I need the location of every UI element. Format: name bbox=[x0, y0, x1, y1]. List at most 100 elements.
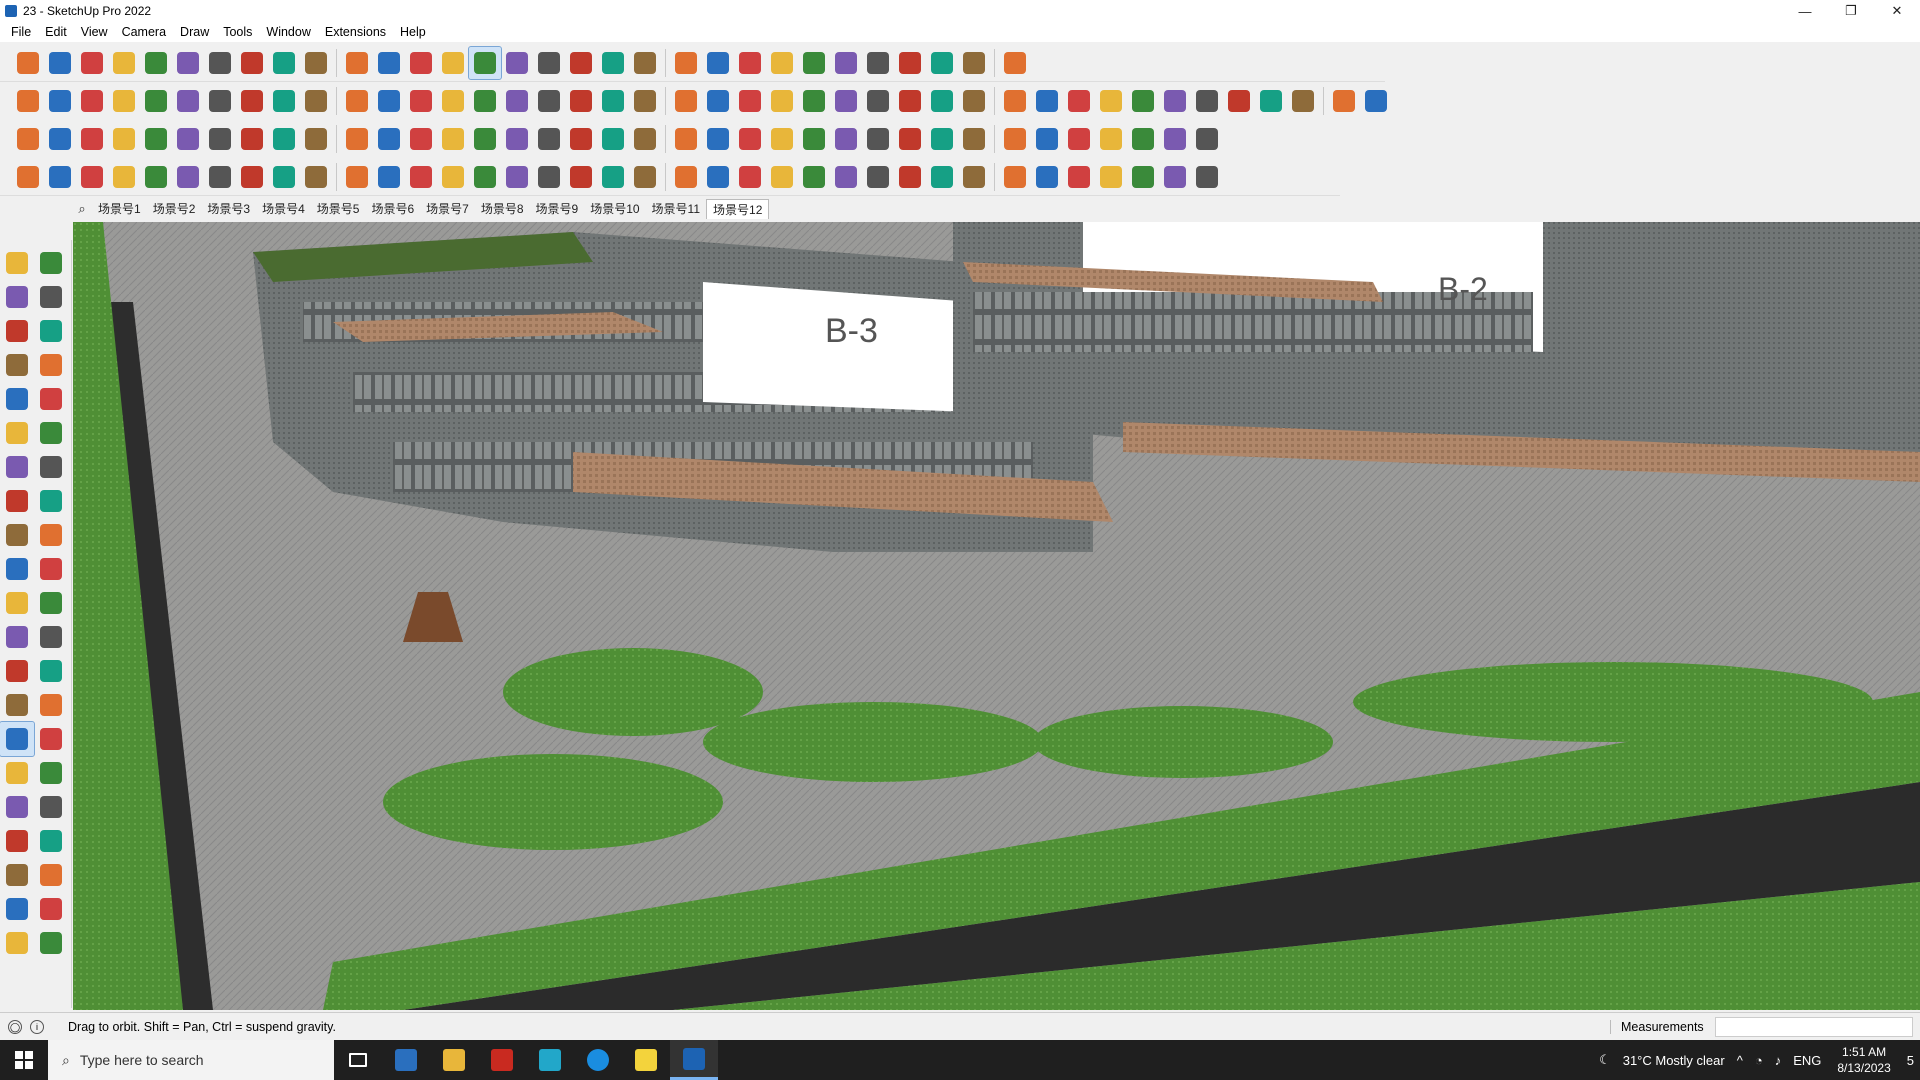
zoom-window-button[interactable] bbox=[565, 47, 597, 79]
poly-15-button[interactable] bbox=[469, 161, 501, 193]
left-walk-button[interactable] bbox=[0, 858, 34, 892]
menu-tools[interactable]: Tools bbox=[216, 25, 259, 39]
poly-30-button[interactable] bbox=[958, 161, 990, 193]
tool-d-button[interactable] bbox=[1223, 85, 1255, 117]
loop-a-button[interactable] bbox=[597, 123, 629, 155]
restore-button[interactable]: ❐ bbox=[1828, 0, 1874, 22]
orbit-button[interactable] bbox=[468, 45, 502, 80]
left-pan-button[interactable] bbox=[34, 722, 68, 756]
menu-file[interactable]: File bbox=[4, 25, 38, 39]
tool-e-button[interactable] bbox=[1255, 85, 1287, 117]
measurements-box[interactable] bbox=[1715, 1016, 1913, 1037]
twist-button[interactable] bbox=[268, 85, 300, 117]
minimize-button[interactable]: — bbox=[1782, 0, 1828, 22]
move-button[interactable] bbox=[268, 47, 300, 79]
shear-button[interactable] bbox=[204, 85, 236, 117]
redo-button[interactable] bbox=[958, 47, 990, 79]
poly-35-button[interactable] bbox=[1127, 161, 1159, 193]
flower-a-button[interactable] bbox=[702, 123, 734, 155]
left-2pt-arc-button[interactable] bbox=[34, 450, 68, 484]
poly-34-button[interactable] bbox=[1095, 161, 1127, 193]
task-view-button[interactable] bbox=[334, 1040, 382, 1080]
left-polygon-button[interactable] bbox=[34, 416, 68, 450]
left-rectangle-button[interactable] bbox=[0, 382, 34, 416]
poly-36-button[interactable] bbox=[1159, 161, 1191, 193]
left-protractor-button[interactable] bbox=[0, 654, 34, 688]
box-a-button[interactable] bbox=[204, 123, 236, 155]
grid-e-button[interactable] bbox=[958, 123, 990, 155]
menu-help[interactable]: Help bbox=[393, 25, 433, 39]
poly-8-button[interactable] bbox=[236, 161, 268, 193]
house-3-button[interactable] bbox=[597, 85, 629, 117]
layers-1-button[interactable] bbox=[629, 47, 661, 79]
camera-tool-button[interactable] bbox=[798, 47, 830, 79]
poly-13-button[interactable] bbox=[405, 161, 437, 193]
poly-9-button[interactable] bbox=[268, 161, 300, 193]
follow-me-button[interactable] bbox=[236, 47, 268, 79]
left-sandbox-2-button[interactable] bbox=[34, 892, 68, 926]
taskbar-sticky-notes[interactable] bbox=[622, 1040, 670, 1080]
left-components-button[interactable] bbox=[0, 314, 34, 348]
paint-bucket-button[interactable] bbox=[437, 47, 469, 79]
tag-button[interactable] bbox=[702, 85, 734, 117]
left-follow-me-button[interactable] bbox=[34, 552, 68, 586]
left-orbit-button[interactable] bbox=[34, 246, 68, 280]
dots-a-button[interactable] bbox=[1191, 123, 1223, 155]
poly-25-button[interactable] bbox=[798, 161, 830, 193]
menu-extensions[interactable]: Extensions bbox=[318, 25, 393, 39]
poly-22-button[interactable] bbox=[702, 161, 734, 193]
taskbar-acrobat[interactable] bbox=[478, 1040, 526, 1080]
plane-3-button[interactable] bbox=[76, 123, 108, 155]
scale-button[interactable] bbox=[341, 47, 373, 79]
poly-20-button[interactable] bbox=[629, 161, 661, 193]
warp-button[interactable] bbox=[300, 85, 332, 117]
shape-6-button[interactable] bbox=[926, 85, 958, 117]
poly-14-button[interactable] bbox=[437, 161, 469, 193]
left-zoom-extents-button[interactable] bbox=[0, 790, 34, 824]
eraser-button[interactable] bbox=[76, 47, 108, 79]
shape-7-button[interactable] bbox=[958, 85, 990, 117]
left-arc-button[interactable] bbox=[0, 450, 34, 484]
plane-5-button[interactable] bbox=[140, 123, 172, 155]
scene-tab-2[interactable]: 场景号2 bbox=[147, 199, 202, 219]
walk-button[interactable] bbox=[766, 47, 798, 79]
left-circle-button[interactable] bbox=[0, 416, 34, 450]
ladder-1-button[interactable] bbox=[469, 85, 501, 117]
menu-window[interactable]: Window bbox=[259, 25, 317, 39]
shape-8-button[interactable] bbox=[999, 85, 1031, 117]
rectangle-button[interactable] bbox=[172, 47, 204, 79]
scene-tab-7[interactable]: 场景号7 bbox=[420, 199, 475, 219]
poly-11-button[interactable] bbox=[341, 161, 373, 193]
house-1-button[interactable] bbox=[533, 85, 565, 117]
poly-26-button[interactable] bbox=[830, 161, 862, 193]
left-look-around-button[interactable] bbox=[34, 824, 68, 858]
left-eraser-button[interactable] bbox=[34, 280, 68, 314]
left-position-camera-button[interactable] bbox=[0, 824, 34, 858]
flip-button[interactable] bbox=[894, 47, 926, 79]
poly-18-button[interactable] bbox=[565, 161, 597, 193]
left-section-plane-button[interactable] bbox=[34, 858, 68, 892]
scene-tab-4[interactable]: 场景号4 bbox=[256, 199, 311, 219]
poly-37-button[interactable] bbox=[1191, 161, 1223, 193]
poly-10-button[interactable] bbox=[300, 161, 332, 193]
shape-2-button[interactable] bbox=[798, 85, 830, 117]
house-2-button[interactable] bbox=[565, 85, 597, 117]
poly-23-button[interactable] bbox=[734, 161, 766, 193]
poly-29-button[interactable] bbox=[926, 161, 958, 193]
section-c-button[interactable] bbox=[437, 85, 469, 117]
solid-2-button[interactable] bbox=[44, 85, 76, 117]
x-b-button[interactable] bbox=[1127, 123, 1159, 155]
frame-a-button[interactable] bbox=[236, 123, 268, 155]
poly-6-button[interactable] bbox=[172, 161, 204, 193]
shape-11-button[interactable] bbox=[1095, 85, 1127, 117]
section-button[interactable] bbox=[734, 47, 766, 79]
scene-tab-5[interactable]: 场景号5 bbox=[311, 199, 366, 219]
section-b-button[interactable] bbox=[405, 85, 437, 117]
push-pull-button[interactable] bbox=[204, 47, 236, 79]
poly-2-button[interactable] bbox=[44, 161, 76, 193]
curve-b-button[interactable] bbox=[341, 123, 373, 155]
scene-search-icon[interactable]: ⌕ bbox=[72, 201, 92, 217]
poly-21-button[interactable] bbox=[670, 161, 702, 193]
scene-tab-6[interactable]: 场景号6 bbox=[365, 199, 420, 219]
tile-a-button[interactable] bbox=[1031, 123, 1063, 155]
